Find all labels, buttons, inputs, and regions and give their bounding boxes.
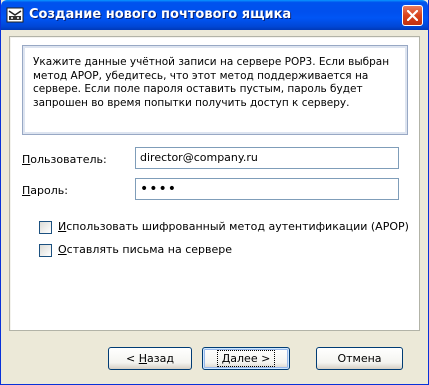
leave-on-server-checkbox[interactable] <box>39 244 52 257</box>
next-button[interactable]: Далее > <box>202 347 290 370</box>
mailbox-app-icon <box>6 6 24 24</box>
leave-on-server-label[interactable]: Оставлять письма на сервере <box>58 243 232 256</box>
close-icon <box>407 10 418 21</box>
info-box: Укажите данные учётной записи на сервере… <box>22 45 408 135</box>
title-bar[interactable]: Создание нового почтового ящика <box>1 0 428 30</box>
cancel-button[interactable]: Отмена <box>316 347 403 370</box>
content-panel: Укажите данные учётной записи на сервере… <box>9 36 420 331</box>
apop-checkbox[interactable] <box>39 221 52 234</box>
info-text: Укажите данные учётной записи на сервере… <box>33 56 390 109</box>
apop-label[interactable]: Использовать шифрованный метод аутентифи… <box>58 220 409 233</box>
user-label: Пользователь: <box>22 153 107 166</box>
back-button[interactable]: < Назад <box>108 347 192 370</box>
new-mailbox-dialog: Создание нового почтового ящика Укажите … <box>0 0 429 385</box>
window-title: Создание нового почтового ящика <box>29 7 292 22</box>
close-button[interactable] <box>402 5 423 26</box>
password-input[interactable]: •••• <box>135 178 399 200</box>
password-label: Пароль: <box>22 184 68 197</box>
user-input[interactable]: director@company.ru <box>135 147 399 169</box>
